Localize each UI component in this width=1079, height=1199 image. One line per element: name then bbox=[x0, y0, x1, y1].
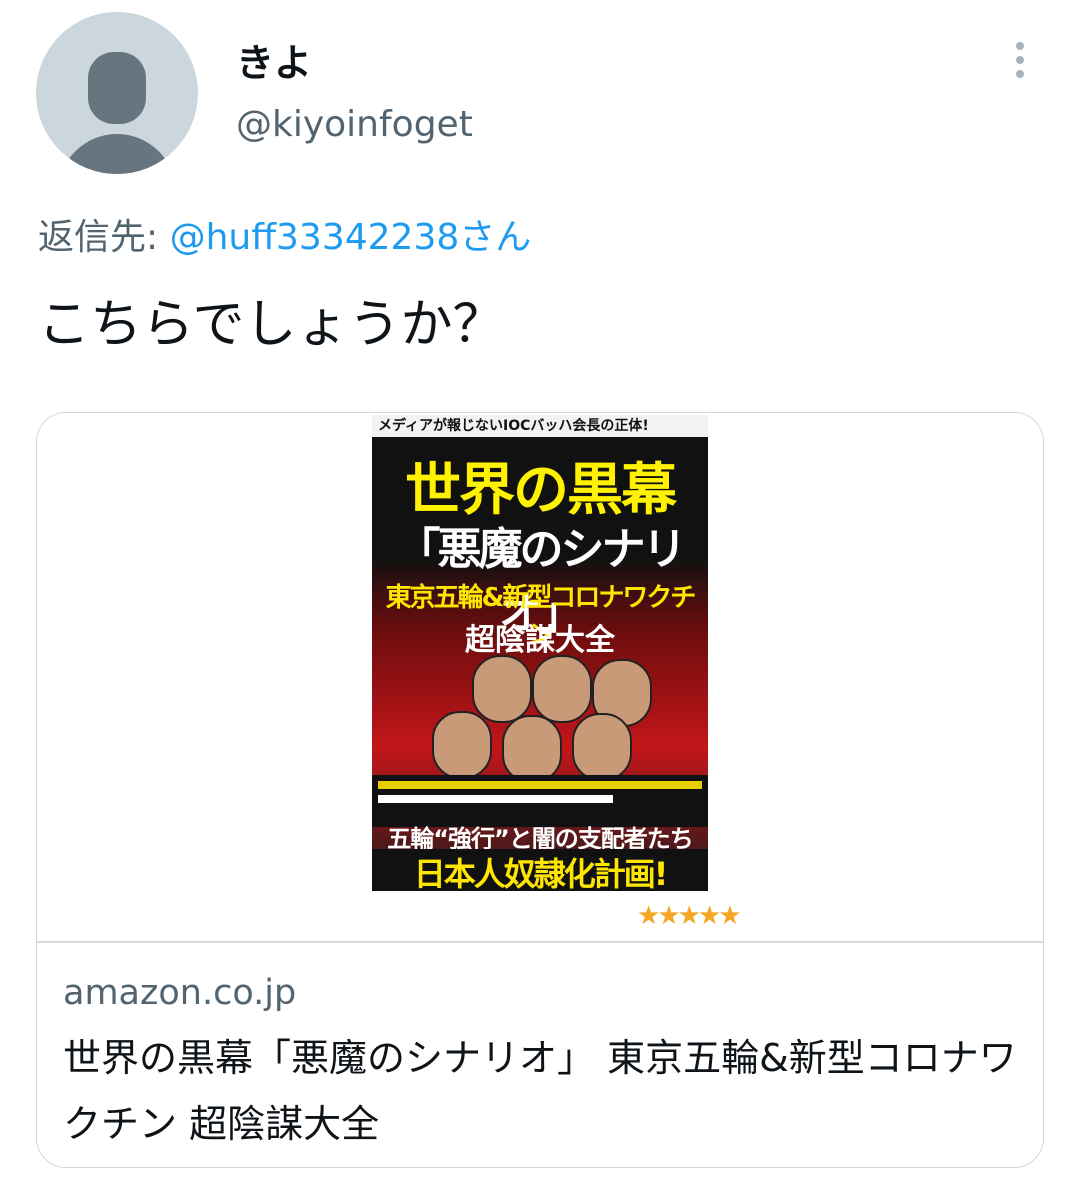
author-name[interactable]: きよ bbox=[236, 32, 312, 87]
author-handle[interactable]: @kiyoinfoget bbox=[236, 104, 473, 145]
avatar[interactable] bbox=[36, 12, 198, 174]
cover-photo-collage bbox=[412, 655, 672, 783]
reply-mention-link[interactable]: @huff33342238さん bbox=[170, 217, 532, 258]
book-cover-image: メディアが報じないIOCバッハ会長の正体! 世界の黒幕 「悪魔のシナリオ」 東京… bbox=[372, 415, 708, 891]
cover-strap: メディアが報じないIOCバッハ会長の正体! bbox=[372, 415, 708, 437]
vertical-dots-icon[interactable] bbox=[1000, 38, 1040, 82]
default-profile-body bbox=[58, 134, 176, 174]
reply-prefix: 返信先: bbox=[38, 217, 170, 258]
tweet-text: こちらでしょうか？ bbox=[38, 295, 505, 355]
card-domain: amazon.co.jp bbox=[63, 973, 297, 1013]
card-media[interactable]: メディアが報じないIOCバッハ会長の正体! 世界の黒幕 「悪魔のシナリオ」 東京… bbox=[37, 413, 1043, 941]
rating-stars: ★★★★★ bbox=[637, 901, 742, 931]
reply-context: 返信先: @huff33342238さん bbox=[38, 208, 531, 260]
card-divider bbox=[37, 941, 1043, 943]
cover-line4: 超陰謀大全 bbox=[465, 623, 615, 658]
cover-headline: 日本人奴隷化計画! bbox=[372, 849, 708, 891]
link-card[interactable]: メディアが報じないIOCバッハ会長の正体! 世界の黒幕 「悪魔のシナリオ」 東京… bbox=[36, 412, 1044, 1168]
card-title[interactable]: 世界の黒幕「悪魔のシナリオ」 東京五輪&新型コロナワクチン 超陰謀大全 bbox=[63, 1025, 1023, 1157]
default-profile-icon bbox=[88, 52, 146, 124]
